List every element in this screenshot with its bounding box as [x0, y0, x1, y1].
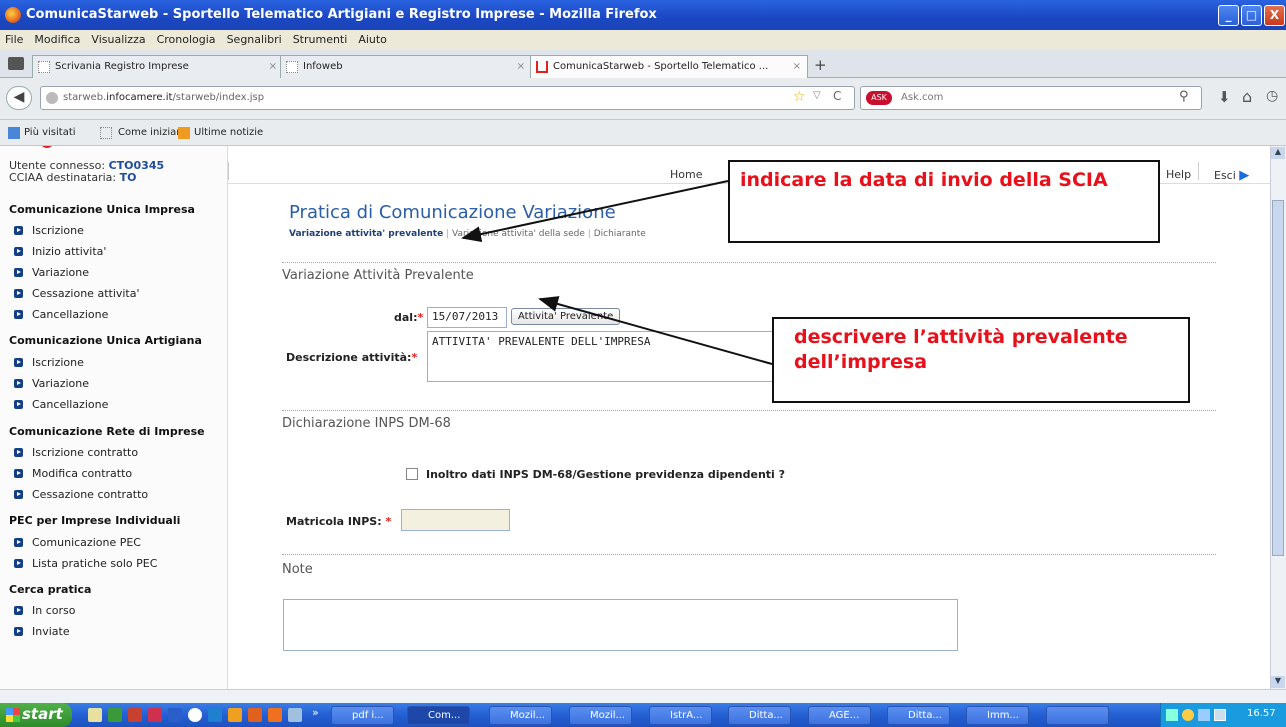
bookmark-ultime-notizie[interactable]: Ultime notizie	[194, 127, 263, 138]
tab-close-icon[interactable]: ×	[269, 61, 277, 72]
bookmark-star-icon[interactable]: ☆	[793, 89, 806, 105]
taskbar-item[interactable]: Mozil...	[569, 706, 632, 725]
word-icon[interactable]	[168, 708, 182, 722]
url-bar[interactable]: starweb.infocamere.it/starweb/index.jsp …	[40, 86, 855, 110]
pdf-icon[interactable]	[148, 708, 162, 722]
annotation-arrows	[461, 180, 773, 365]
window-title-bar: ComunicaStarweb - Sportello Telematico A…	[0, 0, 1286, 30]
search-bar[interactable]: ASK Ask.com ⚲	[860, 86, 1202, 110]
tab-comunicastarweb[interactable]: ComunicaStarweb - Sportello Telematico .…	[530, 55, 808, 78]
taskbar-item[interactable]: IstrA...	[649, 706, 712, 725]
clock: 16.57	[1247, 708, 1276, 719]
bookmarks-bar: Più visitati Come iniziare Ultime notizi…	[0, 120, 1286, 146]
app-icon[interactable]	[288, 708, 302, 722]
taskbar-item[interactable]: pdf i...	[331, 706, 394, 725]
tab-label: Infoweb	[303, 61, 343, 72]
starweb-icon	[536, 61, 548, 73]
ie-icon[interactable]	[228, 708, 242, 722]
globe-icon	[46, 92, 58, 104]
bookmark-piu-visitati[interactable]: Più visitati	[24, 127, 76, 138]
arrow-to-subtab	[461, 180, 729, 243]
tab-close-icon[interactable]: ×	[517, 61, 525, 72]
tab-infoweb[interactable]: Infoweb ×	[280, 55, 532, 78]
dropdown-icon[interactable]: ▽	[813, 90, 821, 101]
maximize-button[interactable]: □	[1241, 5, 1262, 26]
outlook-icon[interactable]	[248, 708, 262, 722]
more-icon[interactable]: »	[312, 706, 319, 719]
menu-aiuto[interactable]: Aiuto	[353, 30, 393, 46]
page-icon	[38, 61, 50, 73]
quicklaunch-icon[interactable]	[88, 708, 102, 722]
printer-icon[interactable]	[8, 57, 24, 70]
scroll-down-icon[interactable]: ▼	[1271, 676, 1285, 688]
page-content: Utente connesso: CTO0345 CCIAA destinata…	[0, 146, 1270, 689]
page-icon	[100, 127, 112, 139]
menu-segnalibri[interactable]: Segnalibri	[222, 30, 288, 46]
tray-icon[interactable]	[1182, 709, 1194, 721]
tab-bar: Scrivania Registro Imprese × Infoweb × C…	[0, 50, 1286, 78]
home-icon[interactable]: ⌂	[1242, 87, 1252, 106]
taskbar-item[interactable]	[1046, 706, 1109, 725]
reload-icon[interactable]: C	[833, 89, 841, 103]
window-title: ComunicaStarweb - Sportello Telematico A…	[26, 7, 657, 22]
excel-icon[interactable]	[108, 708, 122, 722]
taskbar-item[interactable]: Ditta...	[887, 706, 950, 725]
arrow-to-date	[538, 296, 773, 365]
tab-label: ComunicaStarweb - Sportello Telematico .…	[553, 61, 769, 72]
powerpoint-icon[interactable]	[268, 708, 282, 722]
url-path: /starweb/index.jsp	[172, 92, 265, 103]
taskbar-item[interactable]: Imm...	[966, 706, 1029, 725]
search-placeholder: Ask.com	[901, 92, 944, 103]
search-icon[interactable]: ⚲	[1179, 89, 1189, 104]
bookmark-come-iniziare[interactable]: Come iniziare	[118, 127, 186, 138]
menu-strumenti[interactable]: Strumenti	[288, 30, 354, 46]
menu-visualizza[interactable]: Visualizza	[86, 30, 151, 46]
tab-close-icon[interactable]: ×	[793, 61, 801, 72]
download-icon[interactable]: ⬇	[1218, 88, 1231, 106]
history-icon[interactable]: ◷	[1266, 88, 1278, 104]
firefox-icon	[5, 7, 21, 23]
taskbar-item[interactable]: Com...	[407, 706, 470, 725]
tray-icon[interactable]	[1214, 709, 1226, 721]
taskbar-item[interactable]: Mozil...	[489, 706, 552, 725]
minimize-button[interactable]: _	[1218, 5, 1239, 26]
tab-label: Scrivania Registro Imprese	[55, 61, 189, 72]
new-tab-button[interactable]: +	[814, 56, 827, 74]
taskbar-item[interactable]: AGE...	[808, 706, 871, 725]
close-button[interactable]: X	[1264, 5, 1285, 26]
url-prefix: starweb.	[63, 92, 107, 103]
windows-logo-icon	[6, 708, 20, 722]
page-icon	[286, 61, 298, 73]
url-host: infocamere.it	[106, 92, 173, 103]
menu-file[interactable]: File	[0, 30, 29, 46]
scroll-up-icon[interactable]: ▲	[1271, 147, 1285, 159]
tab-scrivania[interactable]: Scrivania Registro Imprese ×	[32, 55, 284, 78]
network-icon[interactable]	[1166, 709, 1178, 721]
rss-icon	[178, 127, 190, 139]
ask-logo-icon: ASK	[866, 91, 892, 105]
menu-cronologia[interactable]: Cronologia	[152, 30, 222, 46]
back-button[interactable]: ◀	[6, 86, 32, 110]
menu-bar: File Modifica Visualizza Cronologia Segnalib…	[0, 30, 1286, 50]
navigation-bar: ◀ starweb.infocamere.it/starweb/index.js…	[0, 78, 1286, 120]
taskbar-item[interactable]: Ditta...	[728, 706, 791, 725]
status-area	[0, 689, 1286, 703]
photoshop-icon[interactable]	[208, 708, 222, 722]
access-icon[interactable]	[128, 708, 142, 722]
menu-modifica[interactable]: Modifica	[29, 30, 86, 46]
scrollbar-thumb[interactable]	[1272, 200, 1284, 556]
tray-icon[interactable]	[1198, 709, 1210, 721]
chrome-icon[interactable]	[188, 708, 202, 722]
most-visited-icon	[8, 127, 20, 139]
